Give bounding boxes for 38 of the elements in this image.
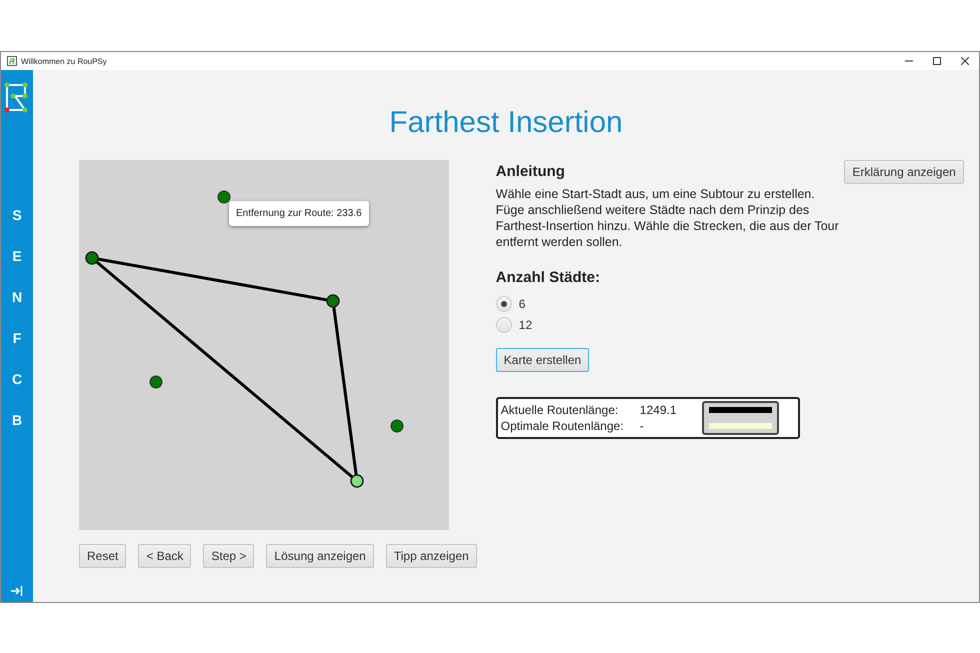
close-icon[interactable]	[961, 57, 969, 65]
sidebar-item[interactable]: F	[12, 317, 22, 358]
sidebar-item[interactable]: C	[12, 358, 22, 399]
sidebar-item[interactable]: B	[12, 399, 22, 440]
app-icon	[7, 56, 17, 66]
sidebar-item[interactable]: S	[12, 194, 22, 235]
control-button[interactable]: Step >	[203, 544, 254, 568]
distance-tooltip: Entfernung zur Route: 233.6	[229, 201, 369, 226]
city-node[interactable]	[326, 294, 340, 308]
control-button[interactable]: Lösung anzeigen	[266, 544, 374, 568]
city-node[interactable]	[218, 190, 230, 204]
city-node[interactable]	[390, 420, 404, 432]
legend-value: -	[640, 419, 645, 433]
control-button[interactable]: < Back	[138, 544, 192, 568]
window-title: Willkommen zu RouPSy	[21, 56, 107, 66]
section-title: Anzahl Städte:	[496, 269, 601, 286]
radio-label: 12	[518, 318, 532, 332]
radio-button[interactable]	[496, 296, 512, 312]
legend-label: Optimale Routenlänge:	[500, 419, 625, 433]
page-title: Farthest Insertion	[389, 105, 623, 141]
explanation-button[interactable]: Erklärung anzeigen	[844, 160, 964, 184]
legend-label: Aktuelle Routenlänge:	[500, 403, 620, 417]
sidebar-item[interactable]: E	[12, 235, 22, 276]
create-map-button[interactable]: Karte erstellen	[496, 348, 590, 372]
city-node[interactable]	[350, 474, 364, 488]
sidebar-item[interactable]: N	[12, 276, 22, 317]
control-button[interactable]: Reset	[79, 544, 126, 568]
radio-label: 6	[518, 297, 526, 311]
expand-sidebar-icon[interactable]	[11, 586, 23, 596]
instruction-text: Wähle eine Start-Stadt aus, um eine Subtour zu erstellen. Füge anschließend weitere Städte nach dem Prinzip des Farthest-Insertion hinzu. Wähle die Strecken, die aus der Tour entfernt werden sollen.	[496, 186, 840, 250]
legend-value: 1249.1	[640, 403, 678, 417]
city-node[interactable]	[150, 376, 162, 388]
route-logo-icon	[4, 82, 30, 114]
control-button[interactable]: Tipp anzeigen	[386, 544, 477, 568]
radio-button[interactable]	[496, 317, 512, 333]
maximize-icon[interactable]	[933, 57, 941, 65]
section-title: Anleitung	[496, 163, 565, 180]
city-node[interactable]	[85, 251, 99, 265]
